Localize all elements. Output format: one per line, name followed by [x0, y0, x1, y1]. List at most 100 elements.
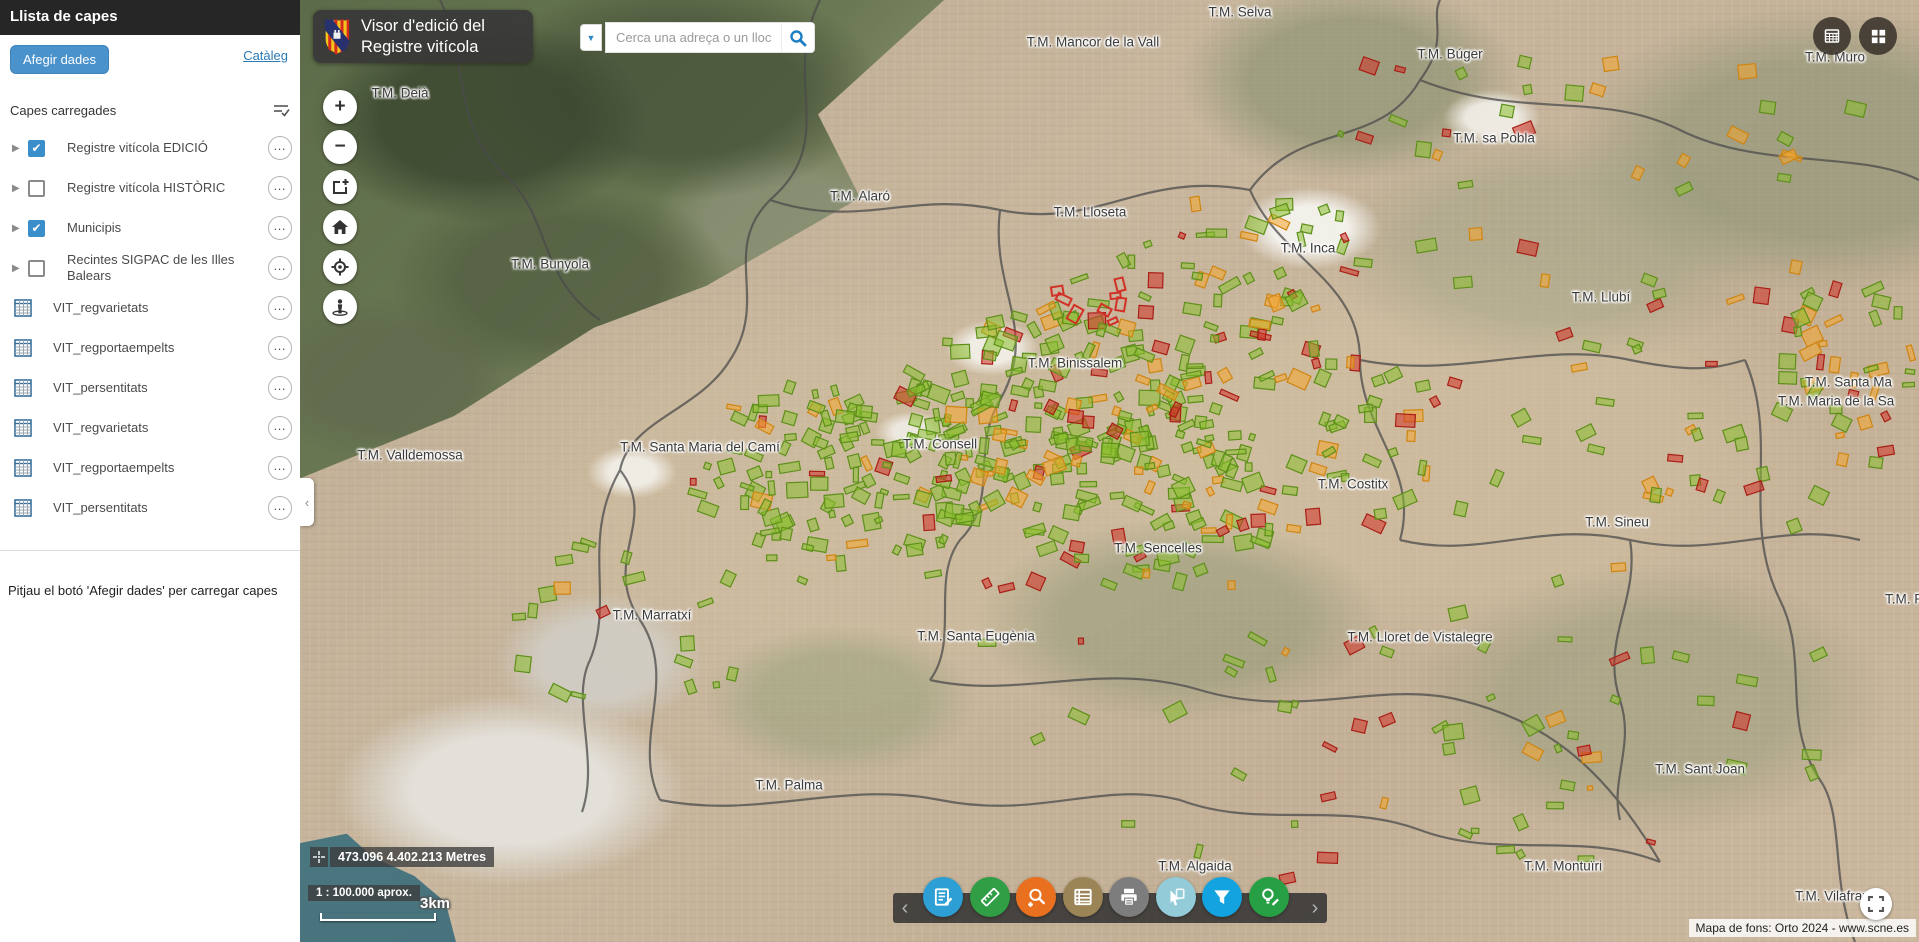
- layer-menu-button[interactable]: …: [268, 136, 292, 160]
- target-icon: [331, 258, 349, 276]
- sidebar-title: Llista de capes: [0, 0, 300, 35]
- layer-row: ▶✔Municipis…: [0, 208, 300, 248]
- zoom-in-button[interactable]: +: [323, 90, 357, 124]
- order-layers-icon[interactable]: [272, 102, 290, 118]
- table-layer-icon: [14, 419, 34, 437]
- layer-label: VIT_persentitats: [36, 380, 268, 396]
- layer-label: VIT_regportaempelts: [36, 460, 268, 476]
- home-button[interactable]: [323, 210, 357, 244]
- basemap-attribution: Mapa de fons: Orto 2024 - www.scne.es: [1689, 919, 1916, 937]
- layer-label: Registre vitícola HISTÒRIC: [49, 180, 268, 196]
- search-icon: [789, 29, 807, 47]
- layer-row: VIT_persentitats…: [0, 368, 300, 408]
- layer-label: VIT_regportaempelts: [36, 340, 268, 356]
- magnifier-plus-icon: [1025, 886, 1047, 908]
- chevron-left-icon: ‹: [305, 495, 309, 510]
- layer-menu-button[interactable]: …: [268, 176, 292, 200]
- app-root: Llista de capes Afegir dades Catàleg Cap…: [0, 0, 1919, 942]
- search-options-dropdown[interactable]: ▼: [580, 24, 602, 51]
- layer-menu-button[interactable]: …: [268, 216, 292, 240]
- catalog-link[interactable]: Catàleg: [243, 48, 288, 63]
- frame-plus-icon: [331, 178, 349, 196]
- layer-label: Recintes SIGPAC de les Illes Balears: [49, 252, 268, 285]
- measure-button[interactable]: [970, 877, 1010, 917]
- expand-arrow-icon[interactable]: ▶: [12, 183, 26, 194]
- layer-row: VIT_persentitats…: [0, 488, 300, 528]
- fullscreen-icon: [1868, 896, 1884, 912]
- filter-button[interactable]: [1202, 877, 1242, 917]
- top-right-buttons: [1813, 17, 1897, 55]
- expand-arrow-icon[interactable]: ▶: [12, 223, 26, 234]
- pegman-icon: [331, 298, 349, 316]
- layer-list: ▶✔Registre vitícola EDICIÓ…▶Registre vit…: [0, 128, 300, 528]
- add-data-button[interactable]: Afegir dades: [10, 45, 109, 74]
- table-icon: [1072, 886, 1094, 908]
- select-features-button[interactable]: [1156, 877, 1196, 917]
- map-canvas[interactable]: T.M. SelvaT.M. Mancor de la VallT.M. Búg…: [300, 0, 1919, 942]
- funnel-icon: [1211, 886, 1233, 908]
- zoom-extent-button[interactable]: [323, 170, 357, 204]
- layer-menu-button[interactable]: …: [268, 256, 292, 280]
- add-data-hint: Pitjau el botó 'Afegir dades' per carreg…: [0, 551, 300, 598]
- expand-arrow-icon[interactable]: ▶: [12, 263, 26, 274]
- toolbar-scroll-right[interactable]: ›: [1306, 895, 1324, 921]
- suggest-edit-button[interactable]: [1249, 877, 1289, 917]
- layer-row: VIT_regportaempelts…: [0, 328, 300, 368]
- layer-label: VIT_persentitats: [36, 500, 268, 516]
- chevron-down-icon: ▼: [587, 33, 596, 43]
- coordinates-readout: 473.096 4.402.213 Metres: [310, 847, 494, 867]
- coordinates-value: 473.096 4.402.213 Metres: [330, 847, 494, 867]
- fullscreen-button[interactable]: [1860, 888, 1892, 920]
- minus-icon: −: [334, 136, 345, 158]
- expand-arrow-icon[interactable]: ▶: [12, 143, 26, 154]
- layer-row: ▶✔Registre vitícola EDICIÓ…: [0, 128, 300, 168]
- grid-panel-icon: [1822, 26, 1842, 46]
- streetview-button[interactable]: [323, 290, 357, 324]
- vineyard-parcels-layer: [300, 0, 1919, 942]
- layer-menu-button[interactable]: …: [268, 296, 292, 320]
- advanced-search-button[interactable]: [1016, 877, 1056, 917]
- search-button[interactable]: [781, 22, 815, 53]
- attribute-table-button[interactable]: [1063, 877, 1103, 917]
- layer-menu-button[interactable]: …: [268, 376, 292, 400]
- toolbar-scroll-left[interactable]: ‹: [896, 895, 914, 921]
- layer-menu-button[interactable]: …: [268, 456, 292, 480]
- loaded-layers-heading: Capes carregades: [10, 103, 116, 118]
- search-input[interactable]: [605, 22, 781, 53]
- table-layer-icon: [14, 499, 34, 517]
- plus-icon: +: [334, 96, 345, 118]
- layer-row: VIT_regvarietats…: [0, 288, 300, 328]
- print-button[interactable]: [1109, 877, 1149, 917]
- layer-menu-button[interactable]: …: [268, 336, 292, 360]
- layer-menu-button[interactable]: …: [268, 416, 292, 440]
- sidebar-collapse-handle[interactable]: ‹: [300, 478, 314, 526]
- layer-row: VIT_regvarietats…: [0, 408, 300, 448]
- toolbar-buttons: [923, 877, 1289, 917]
- layer-label: VIT_regvarietats: [36, 420, 268, 436]
- bulb-edit-icon: [1258, 886, 1280, 908]
- zoom-out-button[interactable]: −: [323, 130, 357, 164]
- apps-grid-button[interactable]: [1859, 17, 1897, 55]
- layer-checkbox[interactable]: [28, 260, 45, 277]
- table-layer-icon: [14, 379, 34, 397]
- app-title-card: Visor d'edició del Registre vitícola: [313, 10, 533, 63]
- apps-grid-icon: [1869, 27, 1888, 46]
- basemap-panel-button[interactable]: [1813, 17, 1851, 55]
- printer-icon: [1118, 886, 1140, 908]
- layer-menu-button[interactable]: …: [268, 496, 292, 520]
- home-icon: [331, 218, 349, 236]
- layer-label: Registre vitícola EDICIÓ: [49, 140, 268, 156]
- layer-label: VIT_regvarietats: [36, 300, 268, 316]
- layer-row: ▶ Registre vitícola HISTÒRIC…: [0, 168, 300, 208]
- note-edit-icon: [932, 886, 954, 908]
- crosshair-icon: [310, 847, 328, 867]
- bottom-toolbar: ‹ ›: [893, 893, 1327, 923]
- edit-annotations-button[interactable]: [923, 877, 963, 917]
- layer-checkbox[interactable]: ✔: [28, 140, 45, 157]
- table-layer-icon: [14, 299, 34, 317]
- app-title: Visor d'edició del Registre vitícola: [361, 16, 485, 56]
- layer-checkbox[interactable]: ✔: [28, 220, 45, 237]
- layer-checkbox[interactable]: [28, 180, 45, 197]
- geolocate-button[interactable]: [323, 250, 357, 284]
- table-layer-icon: [14, 459, 34, 477]
